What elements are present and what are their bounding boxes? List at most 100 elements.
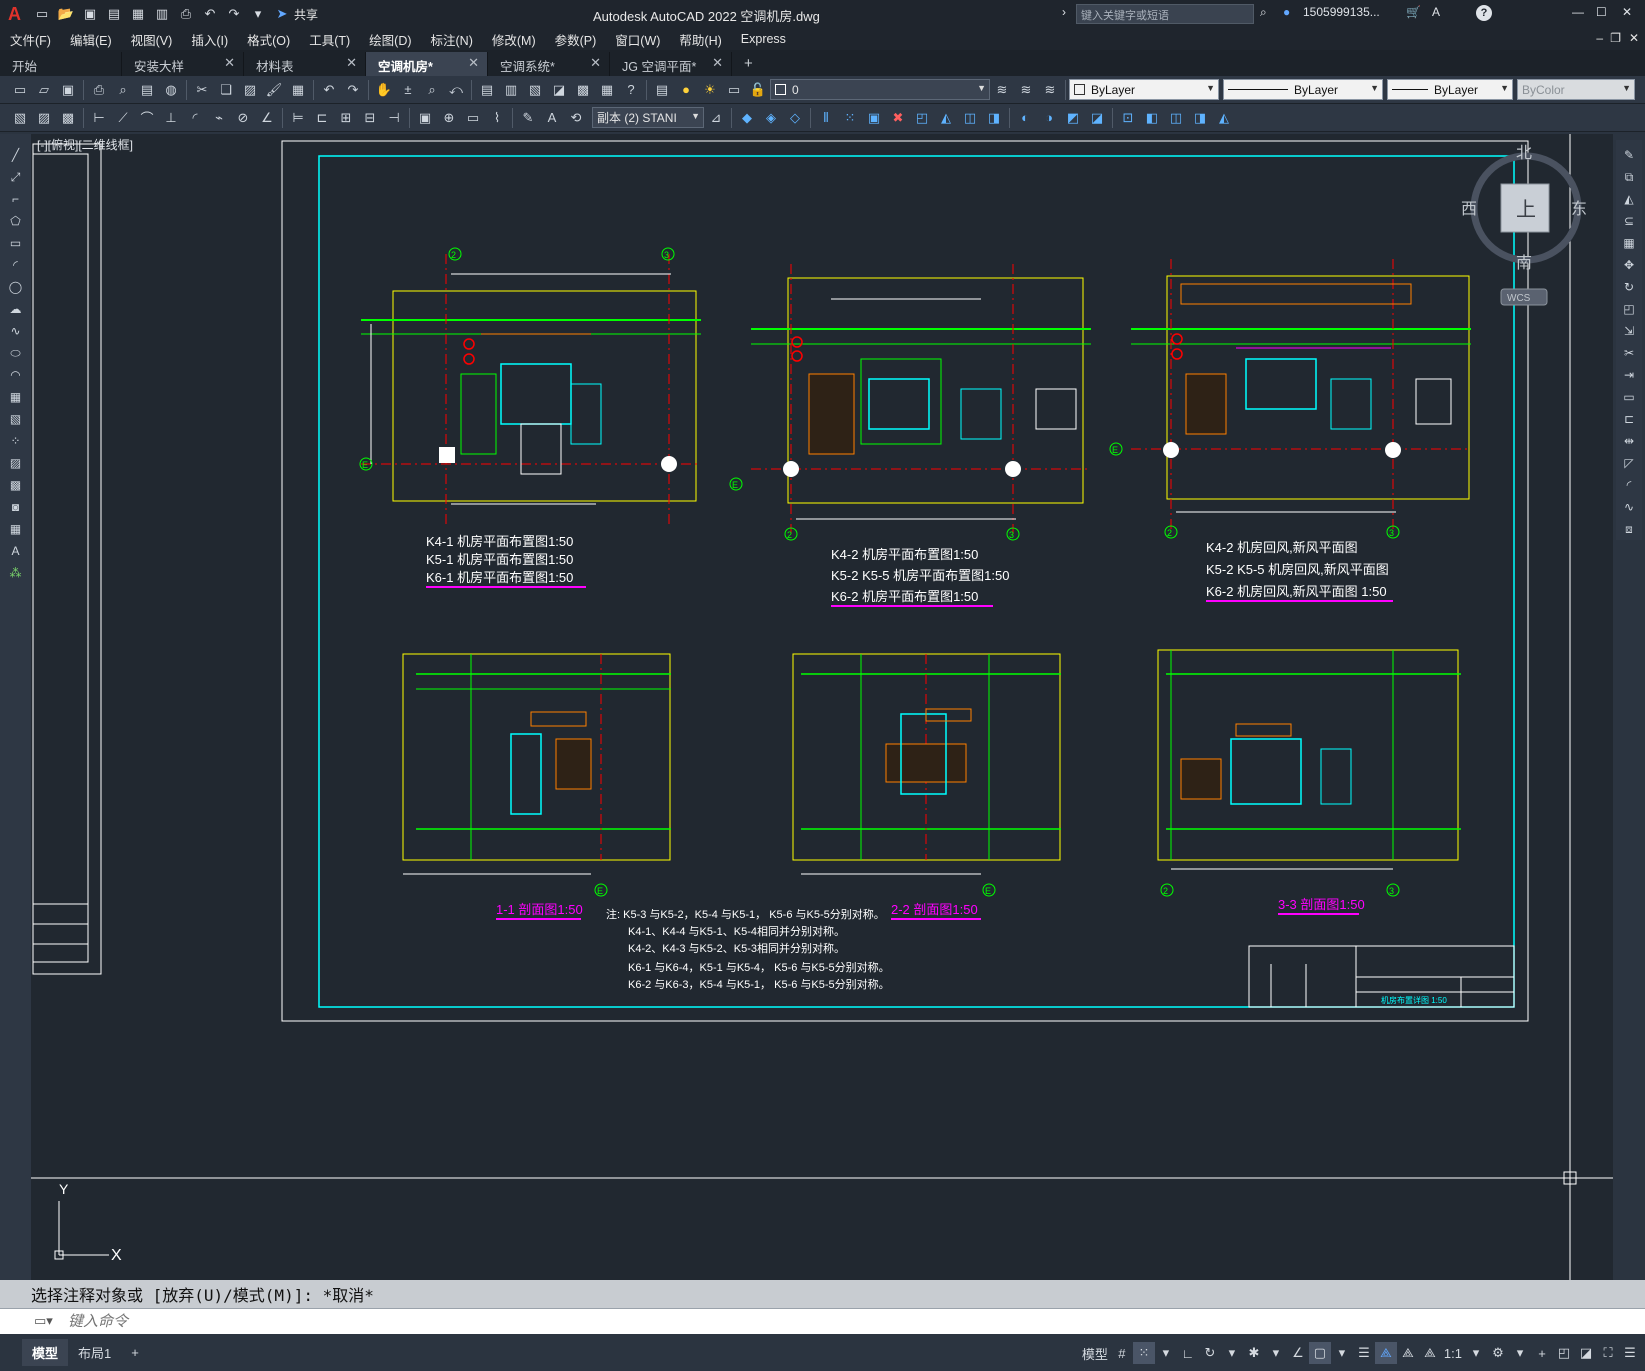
annotation-scale-icon[interactable]: ⟁ — [1419, 1342, 1441, 1364]
make-block-icon[interactable]: ▧ — [5, 408, 27, 430]
move-icon[interactable]: ▣ — [863, 107, 885, 129]
edit-hatch-icon[interactable]: ◭ — [1213, 107, 1235, 129]
rotate-icon[interactable]: ↻ — [1618, 276, 1640, 298]
viewport-controls[interactable]: [-][俯视][二维线框] — [37, 136, 133, 153]
diameter-dimension-icon[interactable]: ⊘ — [232, 107, 254, 129]
explode-icon[interactable]: ⧈ — [1618, 518, 1640, 540]
gradient-icon[interactable]: ▩ — [5, 474, 27, 496]
offset-icon[interactable]: ⊆ — [1618, 210, 1640, 232]
command-recent-icon[interactable]: ▭▾ — [34, 1313, 53, 1329]
menu-edit[interactable]: 编辑(E) — [70, 30, 112, 49]
grid-icon[interactable]: # — [1111, 1342, 1133, 1364]
polar-icon[interactable]: ↻ — [1199, 1342, 1221, 1364]
menu-dimension[interactable]: 标注(N) — [431, 30, 473, 49]
rectangle-icon[interactable]: ▭ — [5, 232, 27, 254]
menu-draw[interactable]: 绘图(D) — [369, 30, 411, 49]
viewcube[interactable]: 上 北 南 东 西 WCS — [1461, 144, 1587, 306]
linetype-dropdown[interactable]: ByLayer ▼ — [1223, 79, 1383, 100]
break-icon[interactable]: ◐ — [1014, 107, 1036, 129]
hatch-to-back-icon[interactable]: ▩ — [57, 107, 79, 129]
move-icon[interactable]: ✥ — [1618, 254, 1640, 276]
layer-properties-icon[interactable]: ▤ — [651, 79, 673, 101]
save-icon[interactable]: ▣ — [57, 79, 79, 101]
annotation-scale-value[interactable]: 1:1 — [1441, 1342, 1465, 1364]
open-file-icon[interactable]: 📂 — [56, 5, 76, 23]
table-icon[interactable]: ▦ — [5, 518, 27, 540]
fillet-icon[interactable]: ◜ — [1618, 474, 1640, 496]
chevron-down-icon[interactable]: ▾ — [1509, 1342, 1531, 1364]
publish-icon[interactable]: ▤ — [136, 79, 158, 101]
chevron-down-icon[interactable]: ▾ — [1221, 1342, 1243, 1364]
annotation-visibility-icon[interactable]: ⟁ — [1374, 1342, 1397, 1364]
open-icon[interactable]: ▱ — [33, 79, 55, 101]
chevron-down-icon[interactable]: ▾ — [1331, 1342, 1353, 1364]
layer-lock-icon[interactable]: 🔓 — [747, 79, 769, 101]
point-icon[interactable]: ⁘ — [5, 430, 27, 452]
jogged-linear-icon[interactable]: ⌇ — [486, 107, 508, 129]
markup-icon[interactable]: ▩ — [572, 79, 594, 101]
cut-icon[interactable]: ✂ — [191, 79, 213, 101]
blend-icon[interactable]: ∿ — [1618, 496, 1640, 518]
block-editor-icon[interactable]: ▦ — [287, 79, 309, 101]
plus-icon[interactable]: + — [1531, 1342, 1553, 1364]
polygon-icon[interactable]: ⬠ — [5, 210, 27, 232]
layer-dropdown[interactable]: 0 ▼ — [770, 79, 990, 100]
tolerance-icon[interactable]: ▣ — [414, 107, 436, 129]
blend-curves-icon[interactable]: ◧ — [1141, 107, 1163, 129]
minimize-icon[interactable]: — — [1572, 5, 1584, 19]
make-current-layer-icon[interactable]: ≋ — [991, 79, 1013, 101]
tab-layout1[interactable]: 布局1 — [68, 1339, 121, 1366]
tab-jg-ac-plan[interactable]: JG 空调平面* ✕ — [610, 52, 732, 76]
dimension-space-icon[interactable]: ⊟ — [359, 107, 381, 129]
arc-length-icon[interactable]: ⌒ — [136, 107, 158, 129]
clean-screen-icon[interactable]: ⛶ — [1597, 1342, 1619, 1364]
offset-icon[interactable]: ⫴ — [815, 107, 837, 129]
zoom-window-icon[interactable]: ⌕ — [421, 79, 443, 101]
line-icon[interactable]: ╱ — [5, 144, 27, 166]
angular-dimension-icon[interactable]: ∠ — [256, 107, 278, 129]
baseline-dimension-icon[interactable]: ⊏ — [311, 107, 333, 129]
search-icon[interactable]: ⌕ — [1260, 5, 1267, 20]
array-icon[interactable]: ⁙ — [839, 107, 861, 129]
doc-minimize-icon[interactable]: – — [1596, 31, 1603, 45]
dimension-text-edit-icon[interactable]: A — [541, 107, 563, 129]
zoom-previous-icon[interactable]: ⤺ — [445, 79, 467, 101]
scale-icon[interactable]: ◰ — [911, 107, 933, 129]
tool-palettes-icon[interactable]: ▧ — [524, 79, 546, 101]
dimension-update-icon[interactable]: ⟲ — [565, 107, 587, 129]
mtext-icon[interactable]: A — [5, 540, 27, 562]
share-label[interactable]: 共享 — [294, 6, 318, 23]
aligned-dimension-icon[interactable]: ⟋ — [112, 107, 134, 129]
maximize-icon[interactable]: ☐ — [1596, 5, 1607, 19]
menu-format[interactable]: 格式(O) — [247, 30, 290, 49]
quick-dimension-icon[interactable]: ⊨ — [287, 107, 309, 129]
ellipse-icon[interactable]: ⬭ — [5, 342, 27, 364]
close-icon[interactable]: ✕ — [346, 55, 357, 71]
isodraft-icon[interactable]: ✱ — [1243, 1342, 1265, 1364]
tab-start[interactable]: 开始 — [0, 52, 122, 76]
snap-icon[interactable]: ⁙ — [1132, 1342, 1155, 1364]
hardware-acceleration-icon[interactable]: ◪ — [1575, 1342, 1597, 1364]
region-icon[interactable]: ◙ — [5, 496, 27, 518]
autodesk-app-icon[interactable]: A — [1432, 5, 1440, 19]
ordinate-dimension-icon[interactable]: ⊥ — [160, 107, 182, 129]
customize-icon[interactable]: ☰ — [1619, 1342, 1641, 1364]
menu-window[interactable]: 窗口(W) — [615, 30, 660, 49]
extend-icon[interactable]: ◨ — [983, 107, 1005, 129]
share-icon[interactable]: ➤ — [272, 5, 292, 23]
scale-icon[interactable]: ◰ — [1618, 298, 1640, 320]
isolate-objects-icon[interactable]: ◰ — [1553, 1342, 1575, 1364]
3d-print-icon[interactable]: ◍ — [160, 79, 182, 101]
dimension-break-icon[interactable]: ⊣ — [383, 107, 405, 129]
break-icon[interactable]: ⊏ — [1618, 408, 1640, 430]
doc-close-icon[interactable]: ✕ — [1629, 31, 1639, 45]
plot-icon[interactable]: ▦ — [128, 5, 148, 23]
ortho-icon[interactable]: ∟ — [1177, 1342, 1199, 1364]
fillet-icon[interactable]: ◪ — [1086, 107, 1108, 129]
new-file-icon[interactable]: ▭ — [32, 5, 52, 23]
save-icon[interactable]: ▣ — [80, 5, 100, 23]
layer-previous-icon[interactable]: ≋ — [1039, 79, 1061, 101]
close-icon[interactable]: ✕ — [1622, 5, 1632, 19]
chevron-down-icon[interactable]: ▾ — [1465, 1342, 1487, 1364]
join-icon[interactable]: ⇹ — [1618, 430, 1640, 452]
